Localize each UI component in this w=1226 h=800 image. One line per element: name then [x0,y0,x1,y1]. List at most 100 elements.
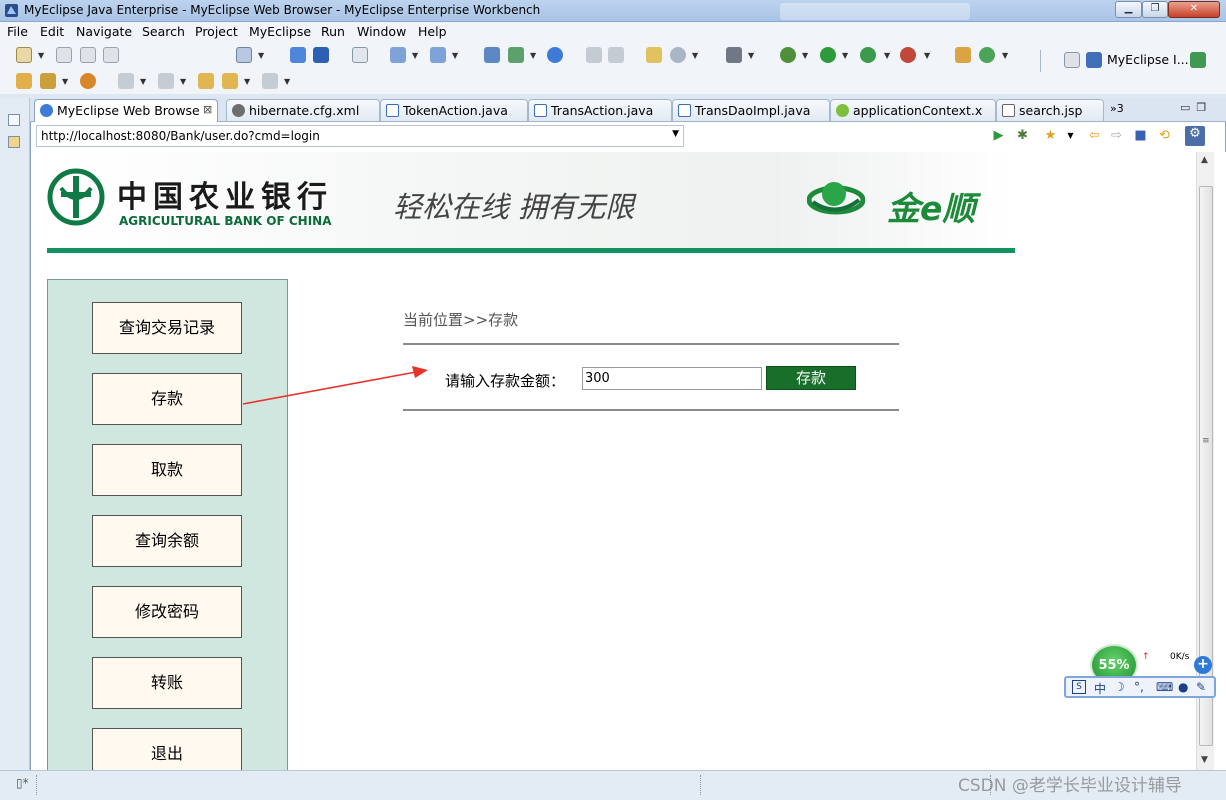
open-type-icon[interactable] [508,47,524,63]
bookmark-icon[interactable] [80,73,96,89]
tools-icon[interactable] [40,73,56,89]
tab-trans-action[interactable]: TransAction.java [528,99,672,121]
deposit-amount-input[interactable] [582,367,762,390]
dropdown-arrow-icon[interactable]: ▼ [180,77,186,86]
network-monitor-widget[interactable]: 55% ↑ 0K/s + [1090,644,1220,686]
sidebar-item-transaction-history[interactable]: 查询交易记录 [92,302,242,354]
last-edit-icon[interactable] [198,73,214,89]
dropdown-arrow-icon[interactable]: ▼ [62,77,68,86]
refresh-tool-icon[interactable] [979,47,995,63]
dropdown-arrow-icon[interactable]: ▼ [244,77,250,86]
dropdown-arrow-icon[interactable]: ▼ [530,51,536,60]
forward-icon[interactable] [262,73,278,89]
restore-icon[interactable] [8,114,20,126]
forward-tool-icon[interactable] [608,47,624,63]
hierarchy-icon[interactable] [484,47,500,63]
menu-edit[interactable]: Edit [40,24,64,39]
save-icon[interactable] [56,47,72,63]
dropdown-arrow-icon[interactable]: ▼ [1063,128,1078,143]
perspective-label[interactable]: MyEclipse I... [1107,52,1189,67]
dropdown-arrow-icon[interactable]: ▼ [284,77,290,86]
tab-web-browser[interactable]: MyEclipse Web Browse ⊠ [34,99,218,123]
debug-icon[interactable] [780,47,796,63]
print-icon[interactable] [103,47,119,63]
url-dropdown-icon[interactable]: ▼ [672,129,679,139]
menu-file[interactable]: File [7,24,28,39]
punctuation-icon[interactable]: °, [1134,680,1144,694]
minimize-button[interactable]: ▁ [1115,1,1142,18]
sidebar-item-withdraw[interactable]: 取款 [92,444,242,496]
server-icon[interactable] [236,47,252,63]
prev-annotation-icon[interactable] [158,73,174,89]
ime-mode[interactable]: 中 [1094,680,1106,697]
tab-search-jsp[interactable]: search.jsp [996,99,1104,121]
plugin-icon[interactable] [955,47,971,63]
menu-help[interactable]: Help [418,24,447,39]
wrench-icon[interactable]: ✎ [1196,680,1206,694]
dropdown-arrow-icon[interactable]: ▼ [924,51,930,60]
dropdown-arrow-icon[interactable]: ▼ [802,51,808,60]
dropdown-arrow-icon[interactable]: ▼ [692,51,698,60]
sidebar-item-balance[interactable]: 查询余额 [92,515,242,567]
dropdown-arrow-icon[interactable]: ▼ [412,51,418,60]
close-button[interactable]: ✕ [1168,1,1220,18]
dropdown-arrow-icon[interactable]: ▼ [452,51,458,60]
sidebar-item-logout[interactable]: 退出 [92,728,242,770]
package-icon[interactable] [313,47,329,63]
menu-window[interactable]: Window [357,24,406,39]
java-perspective-icon[interactable] [1190,52,1206,68]
debug-page-icon[interactable]: ✱ [1015,128,1030,143]
user-icon[interactable]: ● [1178,680,1188,694]
keyboard-icon[interactable]: ⌨ [1156,680,1173,694]
menu-navigate[interactable]: Navigate [76,24,132,39]
wizard-icon[interactable] [390,47,406,63]
add-icon[interactable]: + [1194,656,1212,674]
new-icon[interactable] [16,47,32,63]
run-icon[interactable] [820,47,836,63]
tab-token-action[interactable]: TokenAction.java [380,99,528,121]
dropdown-arrow-icon[interactable]: ▼ [1002,51,1008,60]
back-tool-icon[interactable] [586,47,602,63]
dropdown-arrow-icon[interactable]: ▼ [38,51,44,60]
fast-view-icon[interactable]: ▯* [16,776,29,790]
sidebar-item-transfer[interactable]: 转账 [92,657,242,709]
ime-toolbar[interactable]: S 中 ☽ °, ⌨ ● ✎ [1064,676,1216,698]
camera-icon[interactable] [726,47,742,63]
myeclipse-perspective-icon[interactable] [1086,52,1102,68]
browser-settings-icon[interactable]: ⚙ [1185,126,1205,146]
deposit-submit-button[interactable]: 存款 [766,366,856,390]
open-folder-icon[interactable] [16,73,32,89]
refresh-icon[interactable]: ⟲ [1157,128,1172,143]
sidebar-item-change-password[interactable]: 修改密码 [92,586,242,638]
view-minmax-controls[interactable]: ▭❐ [1180,101,1212,114]
menu-search[interactable]: Search [142,24,185,39]
next-annotation-icon[interactable] [118,73,134,89]
go-icon[interactable]: ▶ [991,128,1006,143]
stop-icon[interactable]: ■ [1133,128,1148,143]
tab-application-context[interactable]: applicationContext.x [830,99,996,121]
run-external-icon[interactable] [860,47,876,63]
dropdown-arrow-icon[interactable]: ▼ [884,51,890,60]
menu-myeclipse[interactable]: MyEclipse [249,24,311,39]
menu-project[interactable]: Project [195,24,238,39]
forward-icon[interactable]: ⇨ [1109,128,1124,143]
save-all-icon[interactable] [80,47,96,63]
dropdown-arrow-icon[interactable]: ▼ [258,51,264,60]
scroll-down-icon[interactable]: ▼ [1201,755,1208,765]
url-field[interactable]: http://localhost:8080/Bank/user.do?cmd=l… [36,125,684,147]
menu-run[interactable]: Run [321,24,345,39]
sidebar-item-deposit[interactable]: 存款 [92,373,242,425]
version-icon[interactable] [352,47,368,63]
scroll-up-icon[interactable]: ▲ [1201,155,1208,165]
dropdown-arrow-icon[interactable]: ▼ [842,51,848,60]
tab-hibernate-cfg[interactable]: hibernate.cfg.xml [226,99,380,121]
favorites-icon[interactable]: ★ [1043,128,1058,143]
globe-icon[interactable] [547,47,563,63]
tab-trans-dao-impl[interactable]: TransDaoImpl.java [672,99,830,121]
web-services-icon[interactable] [670,47,686,63]
dropdown-arrow-icon[interactable]: ▼ [748,51,754,60]
open-perspective-icon[interactable] [1064,52,1080,68]
deploy-icon[interactable] [290,47,306,63]
moon-icon[interactable]: ☽ [1114,680,1125,694]
package-explorer-icon[interactable] [8,136,20,148]
